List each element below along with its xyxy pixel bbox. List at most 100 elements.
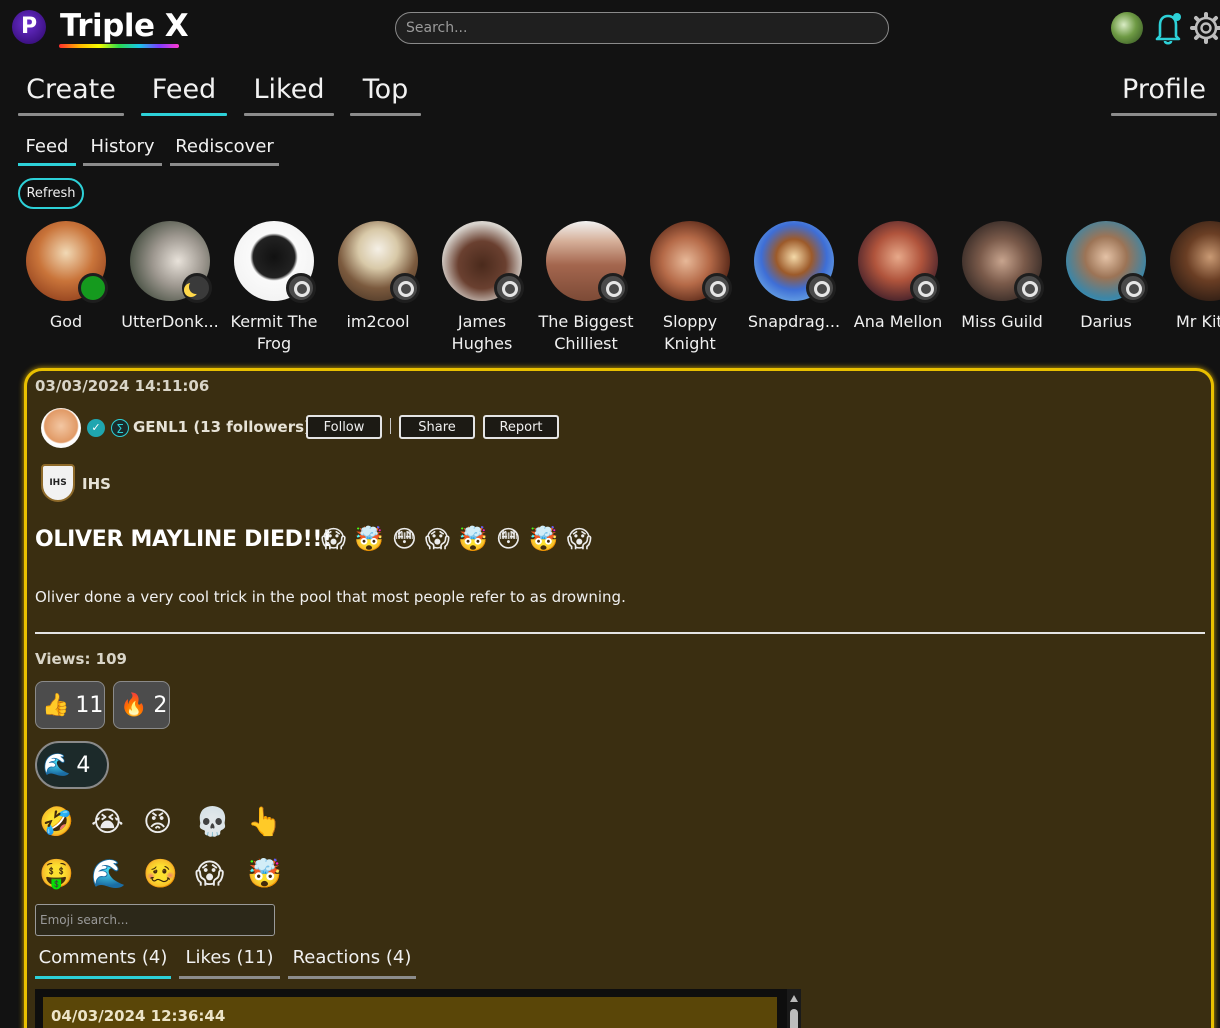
refresh-button[interactable]: Refresh: [18, 178, 84, 209]
button-separator: [390, 418, 391, 434]
top-header: P Triple X: [0, 0, 1220, 56]
mind-blown-emoji-icon[interactable]: 🤯: [247, 857, 282, 890]
subtab-label: Feed: [25, 136, 69, 157]
subtab-label: History: [90, 136, 155, 157]
sigma-badge-icon: Σ: [111, 419, 129, 437]
subtab-history[interactable]: History: [83, 136, 162, 166]
group-logo[interactable]: IHS: [41, 464, 75, 502]
angry-emoji-icon[interactable]: 😡: [143, 805, 172, 838]
offline-status-icon: [910, 273, 940, 303]
rofl-emoji-icon[interactable]: 🤣: [39, 805, 74, 838]
post-card: 03/03/2024 14:11:06 ✓ Σ GENL1 (13 follow…: [24, 368, 1214, 1028]
post-date: 03/03/2024 14:11:06: [35, 377, 210, 395]
wave-emoji-icon[interactable]: 🌊: [91, 857, 126, 890]
report-button[interactable]: Report: [483, 415, 559, 439]
tab-profile[interactable]: Profile: [1111, 74, 1217, 116]
reaction-count: 11: [75, 692, 104, 718]
point-up-emoji-icon[interactable]: 👆: [247, 805, 282, 838]
author-avatar[interactable]: [41, 408, 81, 448]
settings-gear-icon[interactable]: [1189, 11, 1220, 45]
story-name: God: [49, 312, 83, 331]
brand-title[interactable]: Triple X: [60, 8, 189, 44]
story-name: Ana Mellon: [853, 312, 943, 331]
comments-list[interactable]: 04/03/2024 12:36:44: [35, 989, 801, 1028]
tab-comments[interactable]: Comments (4): [35, 947, 171, 979]
reaction-fire-button[interactable]: 🔥 2: [113, 681, 170, 729]
subtab-label: Rediscover: [175, 136, 274, 157]
skull-emoji-icon[interactable]: 💀: [195, 805, 230, 838]
follow-button[interactable]: Follow: [306, 415, 382, 439]
app-logo-icon[interactable]: P: [12, 10, 46, 44]
scroll-up-arrow-icon[interactable]: [790, 995, 798, 1002]
story-name: Mr Kit: [1176, 312, 1220, 331]
tab-label: Top: [362, 74, 409, 105]
online-status-icon: [78, 273, 108, 303]
divider: [35, 632, 1205, 634]
story-item[interactable]: UtterDonk...: [118, 221, 222, 333]
tab-feed[interactable]: Feed: [141, 74, 227, 116]
story-name: im2cool: [346, 312, 410, 331]
story-item[interactable]: Sloppy Knight: [638, 221, 742, 355]
tab-label: Profile: [1122, 74, 1206, 105]
emoji-search-input[interactable]: [35, 904, 275, 936]
scream-emoji-icon[interactable]: 😱: [195, 857, 224, 890]
money-face-emoji-icon[interactable]: 🤑: [39, 857, 74, 890]
story-item[interactable]: Darius: [1054, 221, 1158, 333]
comment-item: 04/03/2024 12:36:44: [43, 997, 777, 1028]
crying-emoji-icon[interactable]: 😭: [91, 805, 124, 838]
tab-likes[interactable]: Likes (11): [179, 947, 280, 979]
offline-status-icon: [286, 273, 316, 303]
tab-create[interactable]: Create: [18, 74, 124, 116]
story-name: UtterDonk...: [121, 312, 219, 331]
wave-icon: 🌊: [43, 752, 71, 778]
tab-label: Create: [26, 74, 116, 105]
tab-label: Reactions (4): [292, 947, 412, 968]
brand-rainbow-underline: [59, 44, 179, 48]
tab-top[interactable]: Top: [350, 74, 421, 116]
story-name: Kermit The Frog: [230, 312, 318, 353]
group-name[interactable]: IHS: [82, 475, 111, 493]
story-name: James Hughes: [451, 312, 513, 353]
comments-scrollbar[interactable]: [787, 989, 801, 1028]
moon-status-icon: [182, 273, 212, 303]
offline-status-icon: [1014, 273, 1044, 303]
story-item[interactable]: God: [14, 221, 118, 333]
story-item[interactable]: The Biggest Chilliest: [534, 221, 638, 355]
notifications-bell-icon[interactable]: [1151, 10, 1185, 46]
reaction-count: 4: [76, 752, 91, 778]
verified-check-icon: ✓: [87, 419, 105, 437]
offline-status-icon: [598, 273, 628, 303]
author-name[interactable]: GENL1 (13 followers): [133, 418, 311, 436]
story-item[interactable]: James Hughes: [430, 221, 534, 355]
story-name: Darius: [1080, 312, 1132, 331]
post-body: Oliver done a very cool trick in the poo…: [35, 588, 626, 606]
story-name: Snapdrag...: [747, 312, 841, 331]
story-name: Miss Guild: [961, 312, 1043, 331]
tab-label: Liked: [253, 74, 325, 105]
scroll-thumb[interactable]: [790, 1009, 798, 1028]
story-item[interactable]: Ana Mellon: [846, 221, 950, 333]
tab-label: Feed: [151, 74, 217, 105]
story-item[interactable]: Snapdrag...: [742, 221, 846, 333]
tab-reactions[interactable]: Reactions (4): [288, 947, 416, 979]
post-title-emojis: 😱🤯😳😱🤯😳🤯😱: [321, 525, 600, 553]
story-item[interactable]: Mr Kit: [1158, 221, 1220, 333]
reaction-thumbs-up-button[interactable]: 👍 11: [35, 681, 105, 729]
user-avatar[interactable]: [1111, 12, 1143, 44]
story-item[interactable]: Kermit The Frog: [222, 221, 326, 355]
story-item[interactable]: Miss Guild: [950, 221, 1054, 333]
reaction-wave-button[interactable]: 🌊 4: [35, 741, 109, 789]
story-item[interactable]: im2cool: [326, 221, 430, 333]
subtab-feed[interactable]: Feed: [18, 136, 76, 166]
tab-label: Likes (11): [185, 947, 274, 968]
search-input[interactable]: [395, 12, 889, 44]
view-count: Views: 109: [35, 650, 127, 668]
tab-label: Comments (4): [38, 947, 168, 968]
story-avatar: [1170, 221, 1220, 301]
share-button[interactable]: Share: [399, 415, 475, 439]
story-name: The Biggest Chilliest: [538, 312, 634, 353]
subtab-rediscover[interactable]: Rediscover: [170, 136, 279, 166]
comment-date: 04/03/2024 12:36:44: [51, 1007, 226, 1025]
tab-liked[interactable]: Liked: [244, 74, 334, 116]
woozy-emoji-icon[interactable]: 🥴: [143, 857, 178, 890]
